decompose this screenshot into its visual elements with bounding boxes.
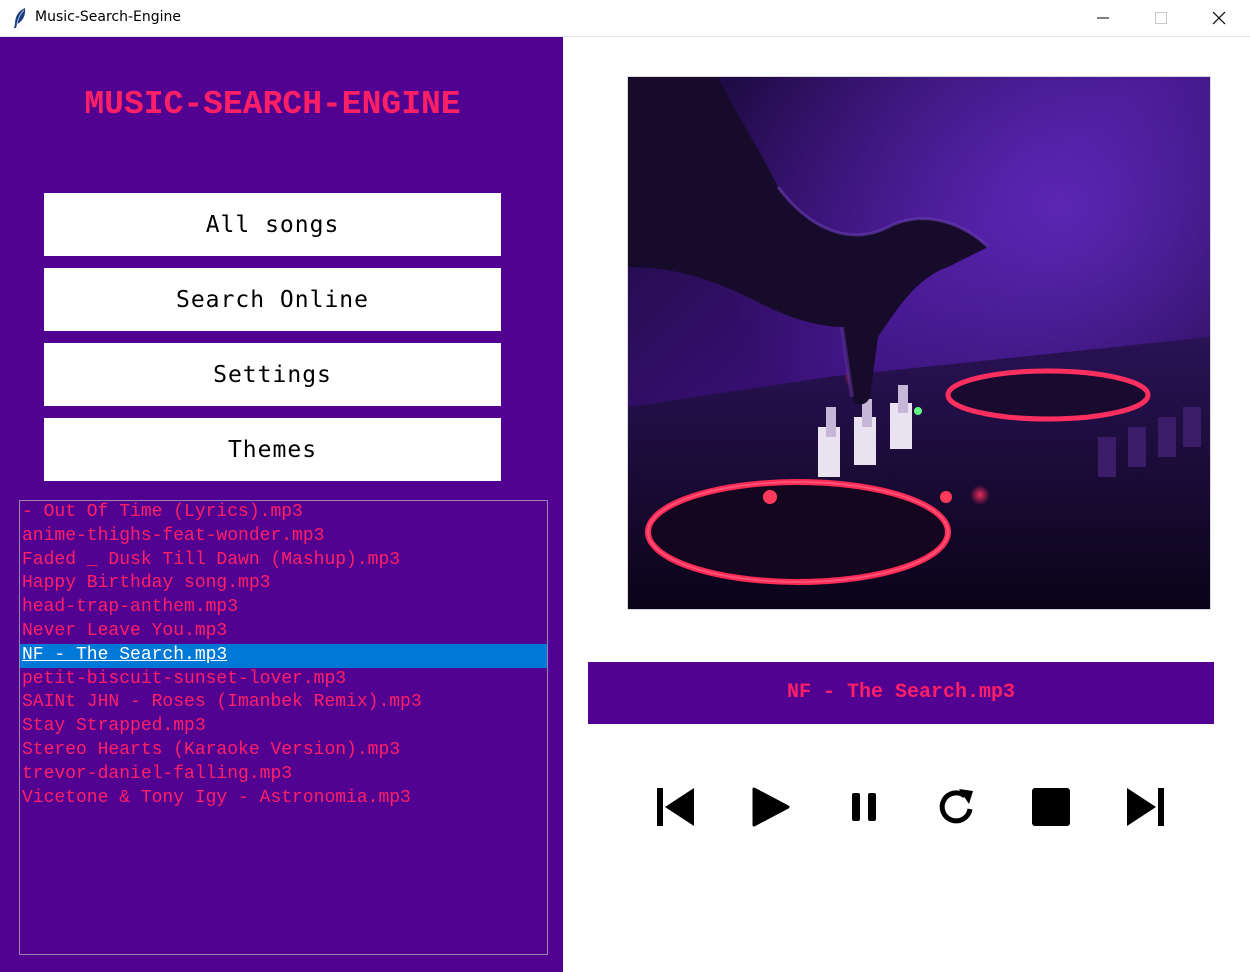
maximize-icon [1155,12,1167,24]
play-button[interactable] [748,785,792,829]
window-title: Music-Search-Engine [35,9,182,25]
song-listbox[interactable]: - Out Of Time (Lyrics).mp3 anime-thighs-… [19,500,548,955]
song-item[interactable]: Stereo Hearts (Karaoke Version).mp3 [20,739,547,763]
repeat-button[interactable] [935,785,979,829]
next-button[interactable] [1123,785,1167,829]
previous-button[interactable] [654,785,698,829]
minimize-icon [1097,17,1109,19]
search-online-button[interactable]: Search Online [44,268,501,331]
song-item[interactable]: trevor-daniel-falling.mp3 [20,763,547,787]
previous-icon [657,788,694,826]
song-item-selected[interactable]: NF - The Search.mp3 [20,643,547,668]
all-songs-button[interactable]: All songs [44,193,501,256]
maximize-button[interactable] [1138,0,1184,36]
song-item[interactable]: anime-thighs-feat-wonder.mp3 [20,525,547,549]
stop-icon [1032,788,1070,826]
next-icon [1127,788,1164,826]
stop-button[interactable] [1029,785,1073,829]
settings-button[interactable]: Settings [44,343,501,406]
album-art-image [627,76,1211,610]
now-playing-label: NF - The Search.mp3 [588,662,1214,724]
close-button[interactable] [1196,0,1242,36]
title-bar: Music-Search-Engine [0,0,1250,37]
song-item[interactable]: Happy Birthday song.mp3 [20,572,547,596]
song-item[interactable]: Stay Strapped.mp3 [20,715,547,739]
pause-button[interactable] [842,785,886,829]
play-icon [752,787,790,827]
repeat-icon [939,789,973,824]
song-item[interactable]: head-trap-anthem.mp3 [20,596,547,620]
song-item[interactable]: - Out Of Time (Lyrics).mp3 [20,501,547,525]
song-item[interactable]: petit-biscuit-sunset-lover.mp3 [20,668,547,692]
feather-icon [10,7,30,29]
themes-button[interactable]: Themes [44,418,501,481]
close-icon [1212,11,1226,25]
app-title: MUSIC-SEARCH-ENGINE [84,86,461,123]
song-item[interactable]: Never Leave You.mp3 [20,620,547,644]
pause-icon [852,793,876,821]
sidebar: MUSIC-SEARCH-ENGINE All songs Search Onl… [0,37,563,972]
song-item[interactable]: Vicetone & Tony Igy - Astronomia.mp3 [20,787,547,811]
app-window: Music-Search-Engine MUSIC-SEARCH-ENGINE … [0,0,1250,972]
minimize-button[interactable] [1080,0,1126,36]
song-item[interactable]: SAINt JHN - Roses (Imanbek Remix).mp3 [20,691,547,715]
song-item[interactable]: Faded _ Dusk Till Dawn (Mashup).mp3 [20,549,547,573]
